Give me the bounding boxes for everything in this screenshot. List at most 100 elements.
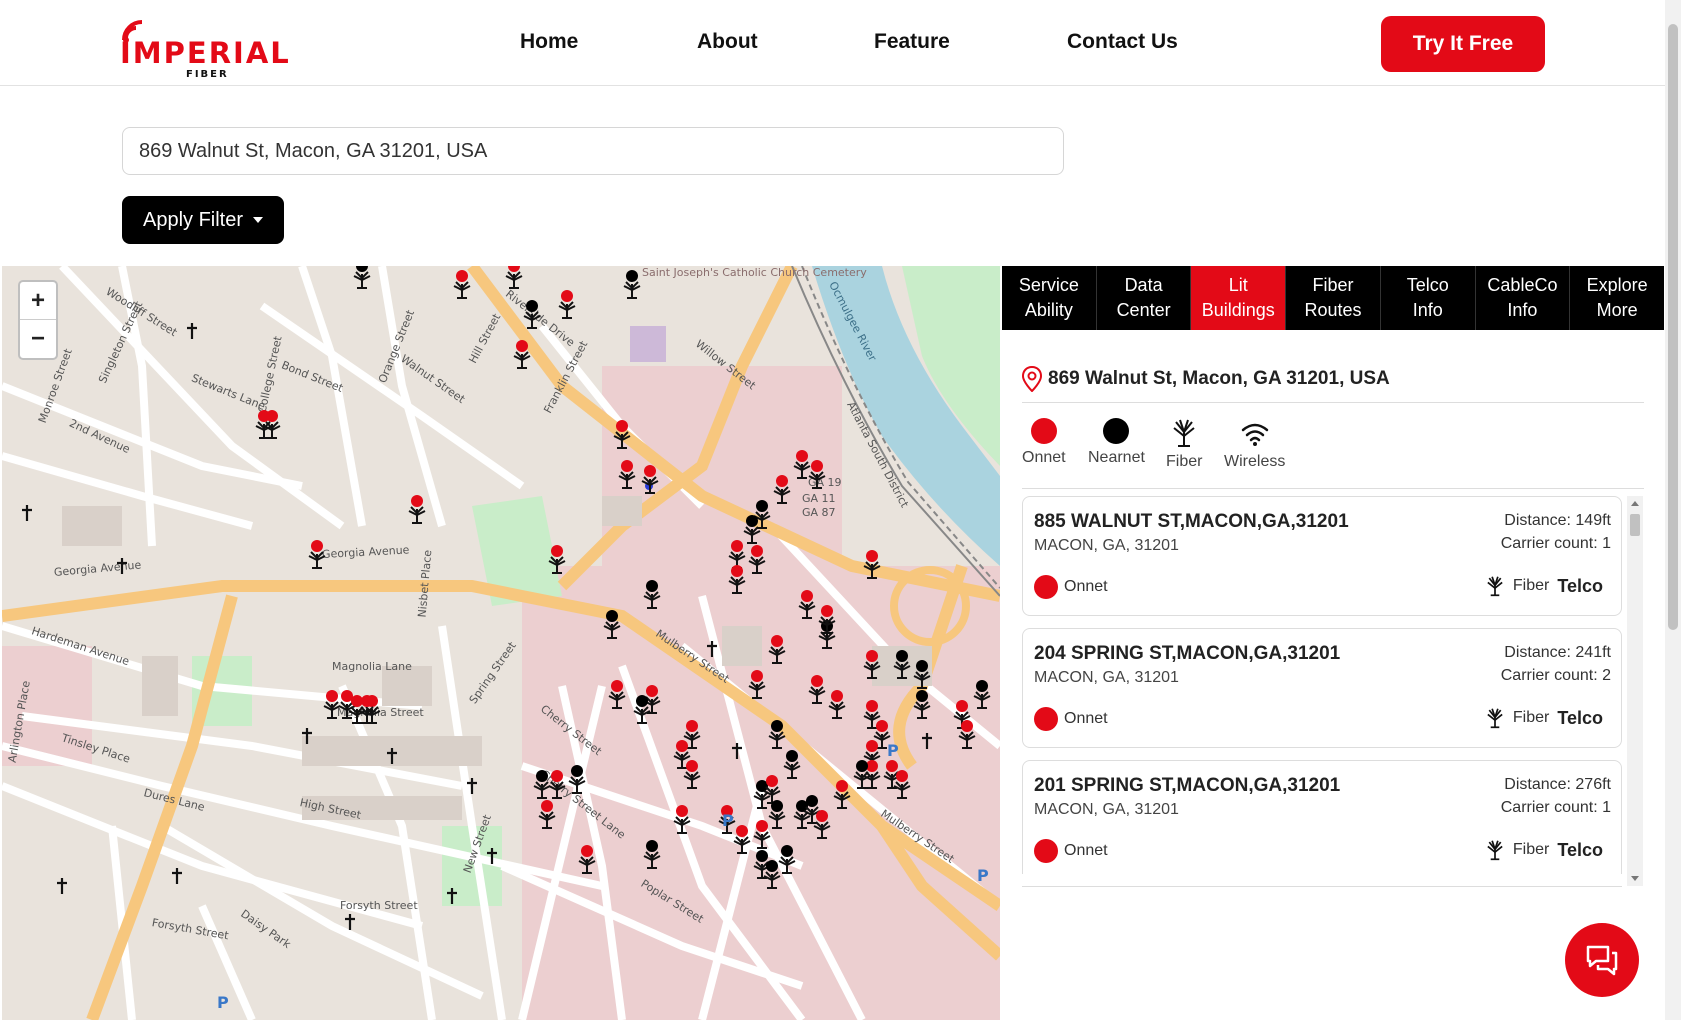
legend-fiber: Fiber	[1166, 418, 1202, 471]
nearnet-building-marker[interactable]	[568, 765, 586, 794]
nearnet-building-marker[interactable]	[643, 840, 661, 869]
tab-telco-info[interactable]: Telco Info	[1381, 266, 1476, 330]
nearnet-building-marker[interactable]	[643, 580, 661, 609]
onnet-building-marker[interactable]	[893, 770, 911, 799]
onnet-building-marker[interactable]	[748, 545, 766, 574]
nav-home[interactable]: Home	[520, 30, 578, 54]
onnet-building-marker[interactable]	[808, 675, 826, 704]
onnet-building-marker[interactable]	[548, 545, 566, 574]
onnet-building-marker[interactable]	[793, 450, 811, 479]
page-scrollbar[interactable]	[1665, 0, 1681, 1020]
church-icon	[707, 641, 717, 657]
nearnet-building-marker[interactable]	[603, 610, 621, 639]
onnet-building-marker[interactable]	[798, 590, 816, 619]
apply-filter-button[interactable]: Apply Filter	[122, 196, 284, 244]
nearnet-building-marker[interactable]	[913, 690, 931, 719]
list-scrollbar[interactable]	[1627, 496, 1643, 886]
lit-building-card[interactable]: 201 SPRING ST,MACON,GA,31201 MACON, GA, …	[1022, 760, 1622, 874]
onnet-building-marker[interactable]	[748, 670, 766, 699]
tab-data-center[interactable]: Data Center	[1097, 266, 1192, 330]
onnet-building-marker[interactable]	[538, 800, 556, 829]
tab-cableco-info[interactable]: CableCo Info	[1476, 266, 1571, 330]
onnet-building-marker[interactable]	[773, 475, 791, 504]
nearnet-building-marker[interactable]	[763, 860, 781, 889]
parking-icon: P	[722, 811, 734, 830]
nearnet-building-marker[interactable]	[778, 845, 796, 874]
results-panel: Service Ability Data Center Lit Buildings F…	[1002, 266, 1664, 1020]
onnet-building-marker[interactable]	[768, 635, 786, 664]
onnet-building-marker[interactable]	[728, 540, 746, 569]
church-icon	[117, 558, 127, 574]
nearnet-building-marker[interactable]	[913, 660, 931, 689]
onnet-building-marker[interactable]	[641, 465, 659, 494]
legend-label: Onnet	[1022, 449, 1066, 466]
onnet-building-marker[interactable]	[505, 266, 523, 289]
try-it-free-button[interactable]: Try It Free	[1381, 16, 1545, 72]
onnet-building-marker[interactable]	[683, 760, 701, 789]
onnet-building-marker[interactable]	[753, 820, 771, 849]
onnet-building-marker[interactable]	[733, 825, 751, 854]
onnet-building-marker[interactable]	[863, 650, 881, 679]
nearnet-building-marker[interactable]	[768, 720, 786, 749]
onnet-building-marker[interactable]	[308, 540, 326, 569]
nearnet-building-marker[interactable]	[623, 270, 641, 299]
onnet-building-marker[interactable]	[728, 565, 746, 594]
legend-nearnet: Nearnet	[1088, 418, 1145, 467]
onnet-building-marker[interactable]	[828, 690, 846, 719]
tab-fiber-routes[interactable]: Fiber Routes	[1286, 266, 1381, 330]
onnet-building-marker[interactable]	[958, 720, 976, 749]
nearnet-building-marker[interactable]	[783, 750, 801, 779]
apply-filter-label: Apply Filter	[142, 208, 244, 231]
card-telco-link[interactable]: Telco	[1557, 708, 1603, 729]
card-telco-link[interactable]: Telco	[1557, 840, 1603, 861]
nearnet-building-marker[interactable]	[523, 300, 541, 329]
onnet-building-marker[interactable]	[618, 460, 636, 489]
onnet-building-marker[interactable]	[613, 420, 631, 449]
onnet-building-marker[interactable]	[833, 780, 851, 809]
onnet-building-marker[interactable]	[558, 290, 576, 319]
card-fiber-info: Fiber Telco	[1485, 575, 1603, 597]
nav-feature[interactable]: Feature	[874, 30, 950, 54]
church-icon	[345, 914, 355, 930]
onnet-building-marker[interactable]	[323, 690, 341, 719]
fiber-icon	[1487, 576, 1503, 597]
onnet-building-marker[interactable]	[818, 605, 836, 634]
lit-building-markers[interactable]: P P P P	[2, 266, 1000, 1020]
nav-about[interactable]: About	[697, 30, 758, 54]
tab-explore-more[interactable]: Explore More	[1570, 266, 1664, 330]
onnet-building-marker[interactable]	[578, 845, 596, 874]
onnet-building-marker[interactable]	[863, 550, 881, 579]
nearnet-building-marker[interactable]	[533, 770, 551, 799]
onnet-building-marker[interactable]	[808, 460, 826, 489]
card-city: MACON, GA, 31201	[1034, 669, 1179, 686]
address-search-input[interactable]	[122, 127, 1064, 175]
map-view[interactable]: Woodliff Street Monroe Street Singleton …	[2, 266, 1000, 1020]
onnet-building-marker[interactable]	[548, 770, 566, 799]
zoom-in-button[interactable]: +	[20, 282, 56, 320]
location-pin-icon	[1022, 366, 1042, 392]
onnet-building-marker[interactable]	[255, 410, 273, 439]
chat-button[interactable]	[1565, 923, 1639, 997]
nearnet-building-marker[interactable]	[768, 800, 786, 829]
lit-building-card[interactable]: 204 SPRING ST,MACON,GA,31201 MACON, GA, …	[1022, 628, 1622, 748]
tab-service-ability[interactable]: Service Ability	[1002, 266, 1097, 330]
card-telco-link[interactable]: Telco	[1557, 576, 1603, 597]
onnet-building-marker[interactable]	[453, 270, 471, 299]
onnet-building-marker[interactable]	[673, 805, 691, 834]
lit-building-card[interactable]: 885 WALNUT ST,MACON,GA,31201 MACON, GA, …	[1022, 496, 1622, 616]
zoom-out-button[interactable]: −	[20, 320, 56, 358]
nav-contact-us[interactable]: Contact Us	[1067, 30, 1178, 54]
onnet-building-marker[interactable]	[608, 680, 626, 709]
page-scrollbar-thumb[interactable]	[1668, 24, 1678, 630]
onnet-building-marker[interactable]	[408, 495, 426, 524]
nearnet-building-marker[interactable]	[973, 680, 991, 709]
nearnet-building-marker[interactable]	[633, 695, 651, 724]
onnet-building-marker[interactable]	[513, 340, 531, 369]
nearnet-building-marker[interactable]	[893, 650, 911, 679]
tab-lit-buildings[interactable]: Lit Buildings	[1191, 266, 1287, 330]
imperial-fiber-logo[interactable]: IMPERIAL FIBER	[120, 14, 310, 80]
nearnet-building-marker[interactable]	[353, 266, 371, 289]
church-icon	[57, 878, 67, 894]
church-icon	[187, 323, 197, 339]
red-dot-icon	[1034, 839, 1058, 863]
